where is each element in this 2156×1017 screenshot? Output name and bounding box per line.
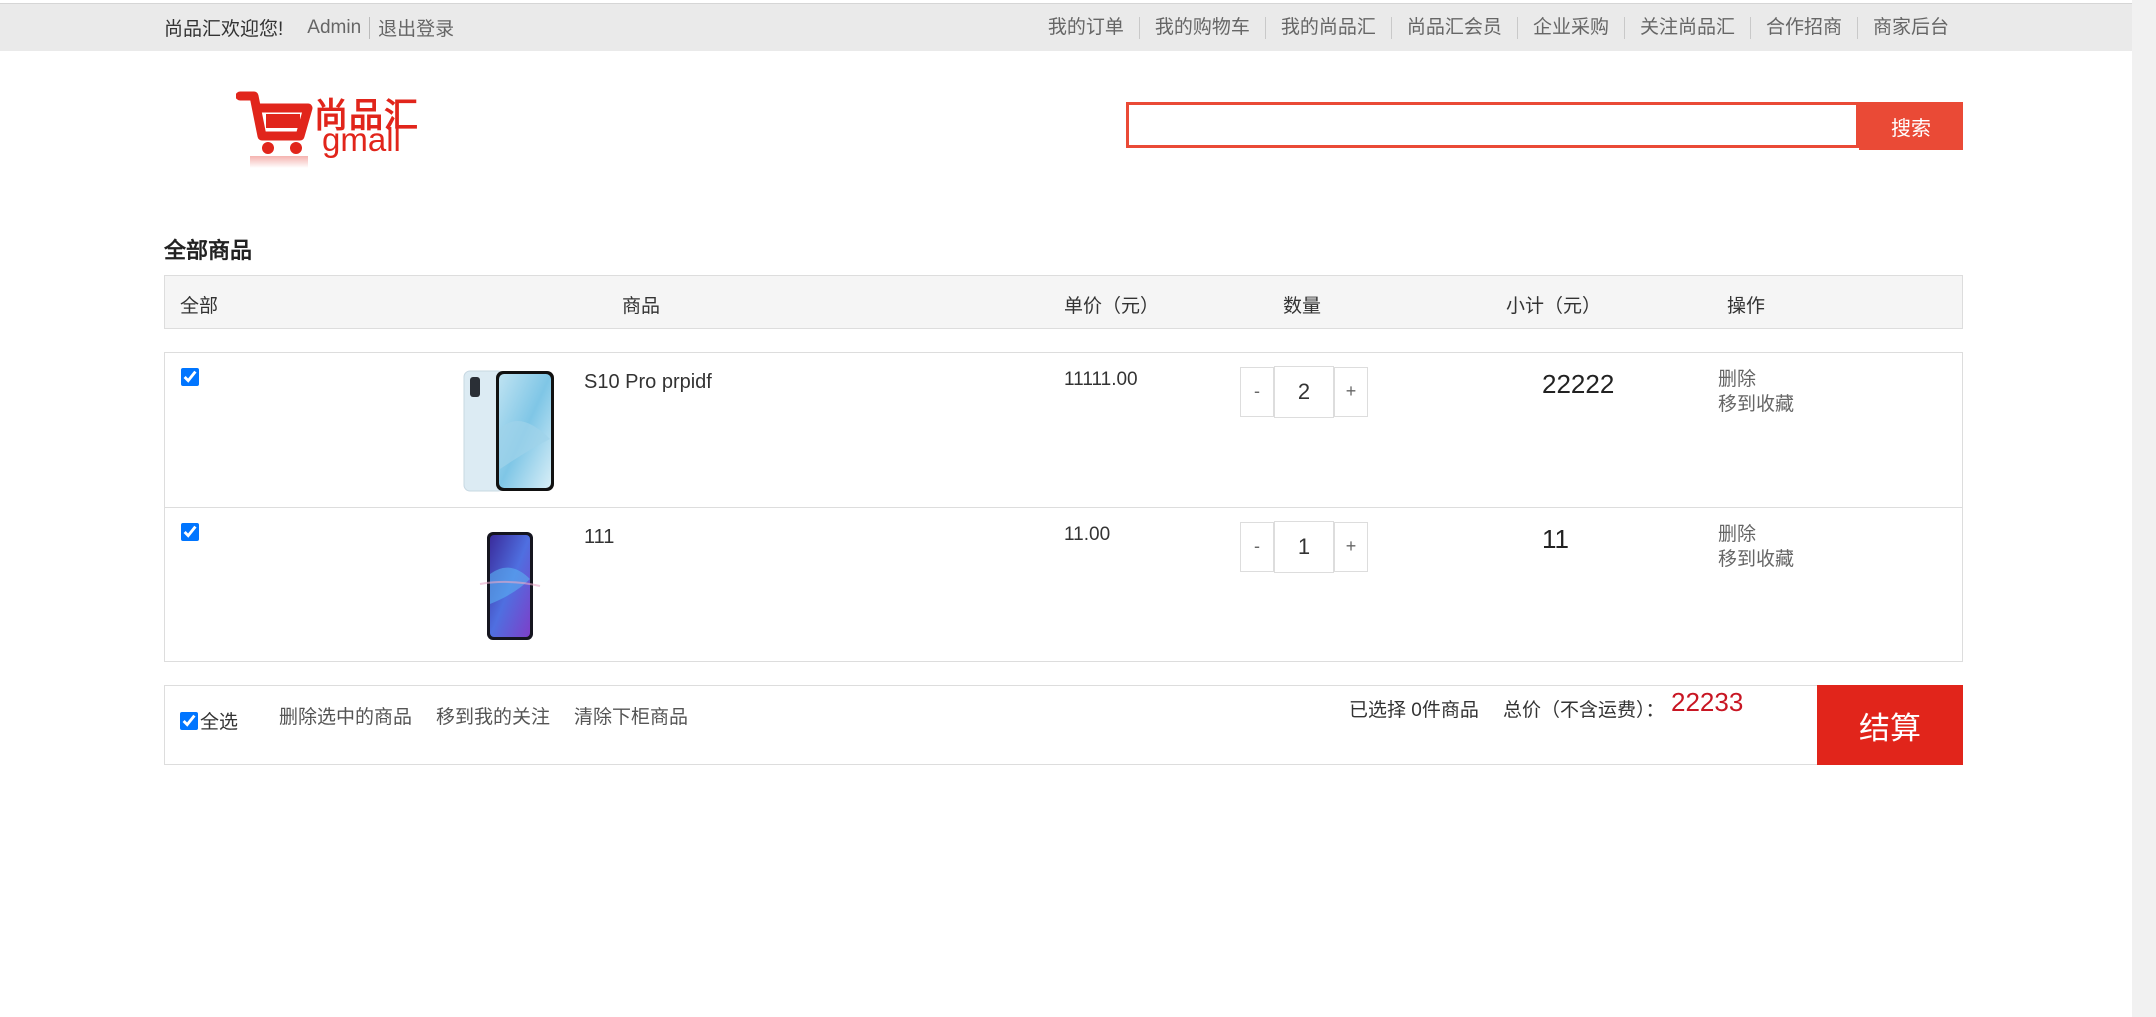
delete-selected-link[interactable]: 删除选中的商品 xyxy=(279,702,412,729)
nav-my-gmall[interactable]: 我的尚品汇 xyxy=(1264,16,1391,39)
move-to-follow-link[interactable]: 移到我的关注 xyxy=(436,702,550,729)
nav-enterprise-purchase[interactable]: 企业采购 xyxy=(1516,16,1624,39)
selected-count: 已选择 0件商品 xyxy=(1349,700,1479,721)
item-subtotal: 11 xyxy=(1542,524,1569,554)
cart-table-header: 全部 商品 单价（元） 数量 小计（元） 操作 xyxy=(164,275,1963,329)
select-all-checkbox[interactable] xyxy=(180,711,198,730)
search-button[interactable]: 搜索 xyxy=(1859,102,1963,150)
logout-link[interactable]: 退出登录 xyxy=(370,14,454,41)
item-subtotal: 22222 xyxy=(1542,369,1615,399)
qty-input[interactable] xyxy=(1274,521,1334,573)
clear-offshelf-link[interactable]: 清除下柜商品 xyxy=(574,702,688,729)
checkout-button[interactable]: 结算 xyxy=(1817,685,1963,765)
top-bar: 尚品汇欢迎您! Admin 退出登录 我的订单 我的购物车 我的尚品汇 尚品汇会… xyxy=(0,3,2132,51)
product-name[interactable]: S10 Pro prpidf xyxy=(584,371,712,394)
cart-list: S10 Pro prpidf 11111.00 - + 22222 删除 移到收… xyxy=(164,352,1963,662)
col-actions: 操作 xyxy=(1727,296,1766,317)
unit-price: 11111.00 xyxy=(1064,369,1138,390)
select-all-label[interactable]: 全选 xyxy=(200,707,238,734)
cart-item-row: 111 11.00 - + 11 删除 移到收藏 xyxy=(165,507,1962,661)
cart-footer-bar: 全选 删除选中的商品 移到我的关注 清除下柜商品 已选择 0件商品 总价（不含运… xyxy=(164,685,1963,765)
item-actions: 删除 移到收藏 xyxy=(1718,522,1794,572)
nav-membership[interactable]: 尚品汇会员 xyxy=(1390,16,1517,39)
move-to-favorites-link[interactable]: 移到收藏 xyxy=(1718,392,1794,417)
total-value: 22233 xyxy=(1671,687,1744,717)
nav-my-orders[interactable]: 我的订单 xyxy=(1033,17,1139,39)
qty-decrease-button[interactable]: - xyxy=(1240,367,1274,417)
window-scrollbar[interactable] xyxy=(2132,0,2156,1017)
item-checkbox[interactable] xyxy=(181,368,199,386)
qty-increase-button[interactable]: + xyxy=(1334,522,1368,572)
delete-link[interactable]: 删除 xyxy=(1718,522,1794,547)
product-image[interactable] xyxy=(460,524,560,648)
delete-link[interactable]: 删除 xyxy=(1718,367,1794,392)
col-all: 全部 xyxy=(180,296,219,317)
qty-decrease-button[interactable]: - xyxy=(1240,522,1274,572)
quantity-stepper: - + xyxy=(1240,366,1368,418)
username-link[interactable]: Admin xyxy=(307,16,371,39)
search-input[interactable] xyxy=(1126,102,1859,148)
col-quantity: 数量 xyxy=(1283,296,1322,317)
welcome-text: 尚品汇欢迎您! xyxy=(164,19,284,40)
col-subtotal: 小计（元） xyxy=(1506,296,1602,317)
nav-follow[interactable]: 关注尚品汇 xyxy=(1623,16,1750,39)
top-nav-links: 我的订单 我的购物车 我的尚品汇 尚品汇会员 企业采购 关注尚品汇 合作招商 商… xyxy=(1033,4,1964,51)
cart-item-row: S10 Pro prpidf 11111.00 - + 22222 删除 移到收… xyxy=(165,353,1962,506)
item-actions: 删除 移到收藏 xyxy=(1718,367,1794,417)
quantity-stepper: - + xyxy=(1240,521,1368,573)
logo-subtext: gmall xyxy=(322,121,401,158)
col-product: 商品 xyxy=(622,296,661,317)
col-unit-price: 单价（元） xyxy=(1064,296,1160,317)
nav-my-cart[interactable]: 我的购物车 xyxy=(1138,16,1265,39)
nav-partnership[interactable]: 合作招商 xyxy=(1749,16,1857,39)
item-checkbox[interactable] xyxy=(181,523,199,541)
cart-section-title: 全部商品 xyxy=(164,238,253,263)
total-label: 总价（不含运费）： xyxy=(1503,700,1665,721)
product-image[interactable] xyxy=(460,369,560,493)
qty-input[interactable] xyxy=(1274,366,1334,418)
move-to-favorites-link[interactable]: 移到收藏 xyxy=(1718,547,1794,572)
unit-price: 11.00 xyxy=(1064,524,1111,545)
qty-increase-button[interactable]: + xyxy=(1334,367,1368,417)
select-all[interactable]: 全选 xyxy=(180,707,238,734)
nav-merchant-backend[interactable]: 商家后台 xyxy=(1856,16,1964,39)
product-name[interactable]: 111 xyxy=(584,526,614,549)
